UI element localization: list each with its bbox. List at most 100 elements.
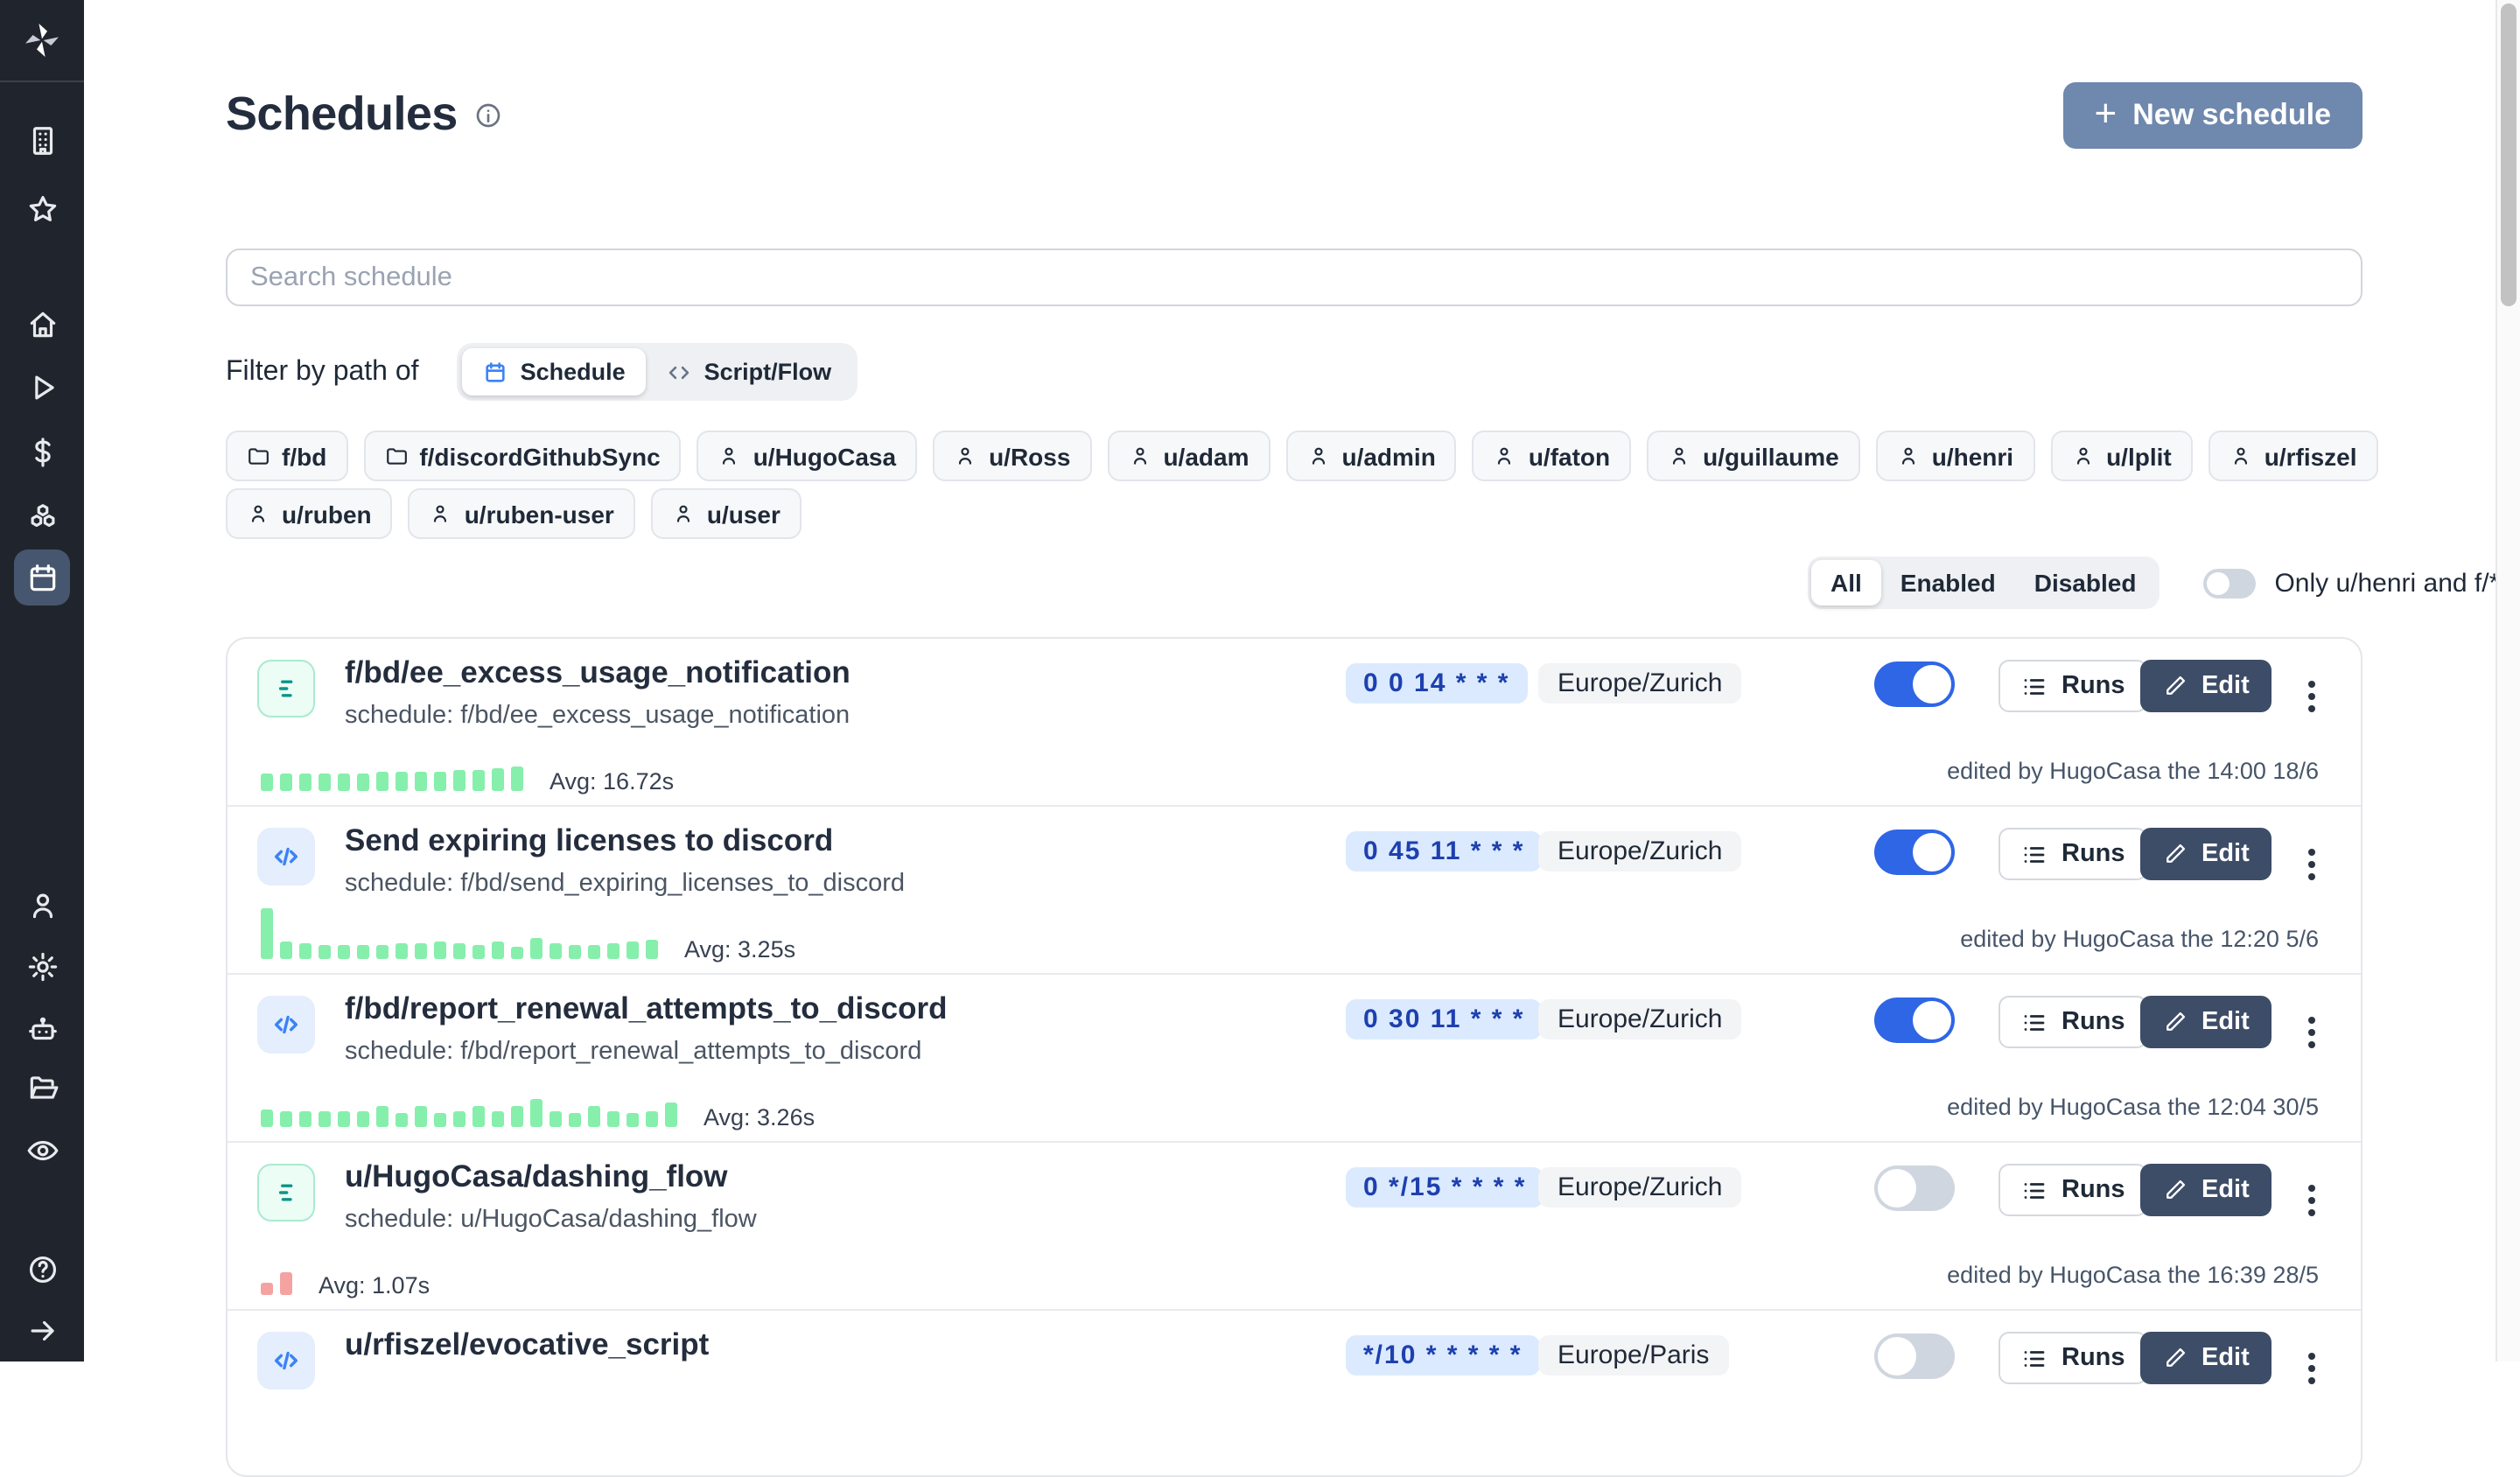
runs-button[interactable]: Runs (1998, 828, 2148, 880)
sparkline-bar[interactable] (318, 945, 331, 959)
schedule-title[interactable]: f/bd/report_renewal_attempts_to_discord (345, 990, 948, 1027)
sparkline-bar[interactable] (492, 768, 504, 791)
sparkline-bar[interactable] (434, 772, 446, 791)
sparkline-bar[interactable] (376, 945, 388, 959)
path-chip-u/henri[interactable]: u/henri (1876, 430, 2034, 481)
enabled-toggle[interactable] (1874, 998, 1955, 1043)
tab-schedule[interactable]: Schedule (463, 348, 647, 396)
path-chip-u/lplit[interactable]: u/lplit (2050, 430, 2193, 481)
sidebar-item-home[interactable] (0, 298, 84, 350)
windmill-logo[interactable] (0, 0, 84, 82)
path-chip-u/guillaume[interactable]: u/guillaume (1647, 430, 1860, 481)
path-chip-u/HugoCasa[interactable]: u/HugoCasa (697, 430, 917, 481)
runs-button[interactable]: Runs (1998, 996, 2148, 1048)
sparkline-bar[interactable] (280, 1111, 292, 1127)
new-schedule-button[interactable]: + New schedule (2063, 82, 2362, 149)
sidebar-item-users[interactable] (0, 878, 84, 931)
edit-button[interactable]: Edit (2140, 1164, 2272, 1216)
sparkline-bar[interactable] (588, 945, 600, 959)
scrollbar-thumb[interactable] (2501, 4, 2516, 306)
tab-script-flow[interactable]: Script/Flow (647, 348, 853, 396)
sparkline-bar[interactable] (357, 1111, 369, 1127)
sparkline-bar[interactable] (434, 1113, 446, 1127)
more-menu-button[interactable] (2294, 1185, 2329, 1223)
sparkline-bar[interactable] (338, 1111, 350, 1127)
sidebar-item-schedules[interactable] (14, 550, 70, 606)
runs-button[interactable]: Runs (1998, 1164, 2148, 1216)
sparkline-bar[interactable] (357, 945, 369, 959)
more-menu-button[interactable] (2294, 849, 2329, 887)
search-input[interactable] (226, 248, 2362, 306)
path-chip-u/Ross[interactable]: u/Ross (933, 430, 1091, 481)
sparkline-bar[interactable] (415, 943, 427, 959)
sparkline-bar[interactable] (261, 908, 273, 959)
enabled-toggle[interactable] (1874, 1334, 1955, 1379)
sparkline-bar[interactable] (569, 1113, 581, 1127)
sparkline-bar[interactable] (492, 942, 504, 959)
sparkline-bar[interactable] (299, 943, 312, 959)
sidebar-item-favorites[interactable] (0, 182, 84, 234)
sparkline-bar[interactable] (453, 770, 466, 791)
sparkline-bar[interactable] (530, 938, 542, 959)
sidebar-item-folders[interactable] (0, 1060, 84, 1113)
enabled-toggle[interactable] (1874, 1166, 1955, 1211)
sparkline-bar[interactable] (396, 1113, 408, 1127)
sparkline-bar[interactable] (511, 947, 523, 959)
sparkline-bar[interactable] (569, 945, 581, 959)
runs-sparkline[interactable]: Avg: 16.72s (261, 765, 674, 791)
path-chip-u/admin[interactable]: u/admin (1285, 430, 1456, 481)
runs-button[interactable]: Runs (1998, 660, 2148, 712)
sidebar-item-runs[interactable] (0, 360, 84, 413)
runs-sparkline[interactable]: Avg: 3.26s (261, 1099, 815, 1127)
sparkline-bar[interactable] (453, 1111, 466, 1127)
sparkline-bar[interactable] (453, 943, 466, 959)
sidebar-item-audit[interactable] (0, 1124, 84, 1176)
sparkline-bar[interactable] (530, 1099, 542, 1127)
enabled-toggle[interactable] (1874, 830, 1955, 875)
info-icon[interactable] (475, 101, 503, 129)
sparkline-bar[interactable] (646, 940, 658, 959)
sparkline-bar[interactable] (415, 772, 427, 791)
sparkline-bar[interactable] (318, 774, 331, 791)
edit-button[interactable]: Edit (2140, 1332, 2272, 1384)
schedule-title[interactable]: f/bd/ee_excess_usage_notification (345, 654, 850, 691)
path-chip-u/ruben-user[interactable]: u/ruben-user (409, 488, 635, 539)
sparkline-bar[interactable] (434, 942, 446, 959)
sparkline-bar[interactable] (665, 1102, 677, 1127)
sparkline-bar[interactable] (492, 1111, 504, 1127)
runs-sparkline[interactable]: Avg: 1.07s (261, 1269, 430, 1295)
sparkline-bar[interactable] (472, 1106, 485, 1127)
schedule-title[interactable]: u/HugoCasa/dashing_flow (345, 1158, 728, 1195)
status-option-enabled[interactable]: Enabled (1881, 560, 2015, 606)
edit-button[interactable]: Edit (2140, 660, 2272, 712)
sidebar-item-variables[interactable] (0, 425, 84, 478)
sparkline-bar[interactable] (511, 1106, 523, 1127)
status-option-disabled[interactable]: Disabled (2015, 560, 2156, 606)
sparkline-bar[interactable] (318, 1111, 331, 1127)
sparkline-bar[interactable] (280, 942, 292, 959)
sparkline-bar[interactable] (588, 1106, 600, 1127)
schedule-title[interactable]: u/rfiszel/evocative_script (345, 1326, 709, 1363)
sparkline-bar[interactable] (376, 772, 388, 791)
edit-button[interactable]: Edit (2140, 996, 2272, 1048)
schedule-title[interactable]: Send expiring licenses to discord (345, 822, 833, 859)
sparkline-bar[interactable] (396, 772, 408, 791)
vertical-scrollbar[interactable] (2496, 0, 2520, 1362)
sparkline-bar[interactable] (607, 1111, 620, 1127)
sparkline-bar[interactable] (338, 945, 350, 959)
sidebar-item-collapse[interactable] (0, 1304, 84, 1356)
sparkline-bar[interactable] (646, 1111, 658, 1127)
sparkline-bar[interactable] (261, 1283, 273, 1295)
sparkline-bar[interactable] (607, 943, 620, 959)
sidebar-item-settings[interactable] (0, 940, 84, 992)
more-menu-button[interactable] (2294, 681, 2329, 719)
sparkline-bar[interactable] (261, 1110, 273, 1127)
path-chip-u/faton[interactable]: u/faton (1473, 430, 1631, 481)
path-chip-u/user[interactable]: u/user (651, 488, 802, 539)
runs-button[interactable]: Runs (1998, 1332, 2148, 1384)
sparkline-bar[interactable] (357, 774, 369, 791)
only-henri-toggle[interactable] (2202, 568, 2255, 598)
sparkline-bar[interactable] (280, 774, 292, 791)
path-chip-f/bd[interactable]: f/bd (226, 430, 347, 481)
sparkline-bar[interactable] (396, 943, 408, 959)
